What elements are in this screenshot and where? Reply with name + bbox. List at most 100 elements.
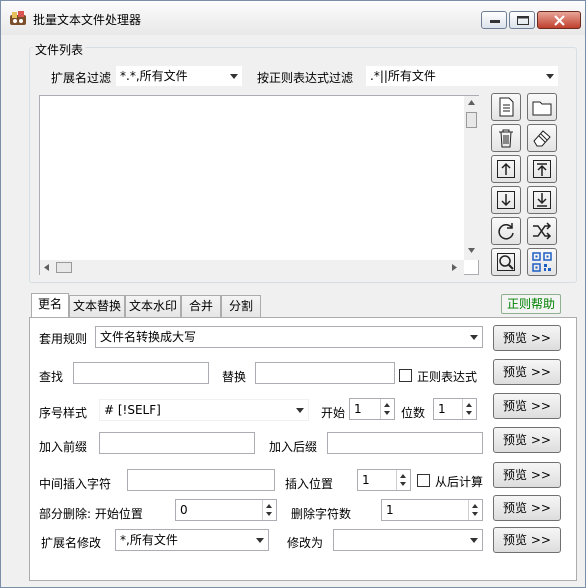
ext-filter-select[interactable]: *.*,所有文件 bbox=[115, 65, 243, 87]
shuffle-icon bbox=[533, 222, 552, 240]
ext-change-label: 扩展名修改 bbox=[41, 536, 102, 550]
preview-button-rule[interactable]: 预览 >> bbox=[493, 325, 561, 351]
shuffle-button[interactable] bbox=[527, 217, 557, 245]
arrow-down-icon bbox=[497, 191, 515, 209]
add-folder-button[interactable] bbox=[527, 93, 557, 121]
seq-style-value: # [!SELF] bbox=[104, 403, 161, 417]
from-end-checkbox[interactable] bbox=[417, 474, 430, 487]
refresh-button[interactable] bbox=[491, 217, 521, 245]
tab-text-watermark[interactable]: 文本水印 bbox=[125, 295, 181, 317]
prefix-input[interactable] bbox=[99, 432, 255, 454]
start-stepper[interactable]: 1 bbox=[349, 398, 395, 420]
ext-filter-label: 扩展名过滤 bbox=[51, 71, 112, 85]
chevron-down-icon bbox=[230, 74, 238, 79]
maximize-button[interactable] bbox=[509, 11, 535, 29]
rule-value: 文件名转换成大写 bbox=[100, 330, 197, 344]
scroll-left-icon[interactable] bbox=[44, 264, 49, 271]
minimize-icon bbox=[490, 20, 500, 23]
stepper-arrows[interactable] bbox=[468, 500, 482, 520]
tab-label: 分割 bbox=[228, 299, 253, 313]
move-bottom-button[interactable] bbox=[527, 186, 557, 214]
delete-count-stepper[interactable]: 1 bbox=[381, 499, 483, 521]
tab-text-replace[interactable]: 文本替换 bbox=[69, 295, 125, 317]
trash-icon bbox=[499, 129, 513, 148]
horizontal-scrollbar[interactable] bbox=[40, 260, 464, 275]
arrow-top-icon bbox=[533, 160, 551, 178]
scroll-down-icon[interactable] bbox=[468, 248, 475, 253]
ext-change-select[interactable]: *,所有文件 bbox=[115, 529, 269, 551]
clear-button[interactable] bbox=[527, 124, 557, 152]
start-value: 1 bbox=[354, 402, 362, 416]
change-to-select[interactable] bbox=[333, 529, 483, 551]
eraser-icon bbox=[533, 130, 551, 147]
file-list-box[interactable] bbox=[39, 95, 479, 275]
regex-checkbox[interactable] bbox=[399, 369, 412, 382]
delete-button[interactable] bbox=[491, 124, 521, 152]
move-down-button[interactable] bbox=[491, 186, 521, 214]
mid-insert-input[interactable] bbox=[127, 469, 275, 491]
arrow-bottom-icon bbox=[533, 191, 551, 209]
preview-file-button[interactable] bbox=[491, 248, 521, 276]
qr-code-icon bbox=[532, 252, 552, 272]
move-top-button[interactable] bbox=[527, 155, 557, 183]
seq-style-label: 序号样式 bbox=[39, 406, 88, 420]
rule-label: 套用规则 bbox=[39, 332, 88, 346]
preview-button-insert[interactable]: 预览 >> bbox=[493, 462, 561, 488]
partial-delete-label: 部分删除: 开始位置 bbox=[39, 507, 143, 521]
mid-insert-label: 中间插入字符 bbox=[39, 477, 112, 491]
chevron-down-icon bbox=[546, 74, 554, 79]
stepper-arrows[interactable] bbox=[462, 399, 476, 419]
scroll-up-icon[interactable] bbox=[468, 100, 475, 105]
suffix-input[interactable] bbox=[327, 432, 483, 454]
regex-filter-select[interactable]: .*||所有文件 bbox=[365, 65, 559, 87]
main-window: 批量文本文件处理器 文件列表 扩展名过滤 *.*,所有文件 按正则表达式过滤 .… bbox=[0, 0, 586, 588]
delete-count-label: 删除字符数 bbox=[291, 507, 352, 521]
preview-button-prefix[interactable]: 预览 >> bbox=[493, 427, 561, 453]
seq-style-select[interactable]: # [!SELF] bbox=[99, 399, 309, 421]
start-label: 开始 bbox=[321, 406, 346, 420]
regex-help-button[interactable]: 正则帮助 bbox=[501, 294, 561, 314]
replace-input[interactable] bbox=[255, 362, 395, 384]
rule-select[interactable]: 文件名转换成大写 bbox=[95, 326, 483, 348]
insert-pos-stepper[interactable]: 1 bbox=[357, 469, 411, 491]
arrow-up-icon bbox=[497, 160, 515, 178]
tab-label: 更名 bbox=[37, 297, 62, 311]
preview-button-find[interactable]: 预览 >> bbox=[493, 359, 561, 385]
qr-code-button[interactable] bbox=[527, 248, 557, 276]
tab-label: 合并 bbox=[188, 299, 213, 313]
regex-filter-label: 按正则表达式过滤 bbox=[257, 71, 354, 85]
minimize-button[interactable] bbox=[481, 11, 507, 29]
stepper-arrows[interactable] bbox=[262, 500, 276, 520]
chevron-down-icon bbox=[256, 538, 264, 543]
preview-button-seq[interactable]: 预览 >> bbox=[493, 393, 561, 419]
vertical-scroll-thumb[interactable] bbox=[466, 112, 477, 128]
tab-label: 文本替换 bbox=[72, 299, 121, 313]
stepper-arrows[interactable] bbox=[396, 470, 410, 490]
regex-checkbox-label: 正则表达式 bbox=[417, 370, 478, 384]
move-up-button[interactable] bbox=[491, 155, 521, 183]
scroll-right-icon[interactable] bbox=[452, 264, 457, 271]
preview-button-delete[interactable]: 预览 >> bbox=[493, 495, 561, 521]
vertical-scrollbar[interactable] bbox=[464, 96, 479, 260]
horizontal-scroll-thumb[interactable] bbox=[56, 262, 72, 273]
add-files-button[interactable] bbox=[491, 93, 521, 121]
partial-delete-stepper[interactable]: 0 bbox=[175, 499, 277, 521]
tab-label: 文本水印 bbox=[128, 299, 177, 313]
ext-change-value: *,所有文件 bbox=[120, 533, 178, 547]
digits-stepper[interactable]: 1 bbox=[433, 398, 477, 420]
change-to-label: 修改为 bbox=[287, 536, 324, 550]
refresh-icon bbox=[498, 223, 514, 240]
file-list-legend: 文件列表 bbox=[33, 41, 86, 58]
window-title: 批量文本文件处理器 bbox=[33, 13, 142, 27]
replace-label: 替换 bbox=[222, 370, 247, 384]
stepper-arrows[interactable] bbox=[380, 399, 394, 419]
digits-label: 位数 bbox=[401, 406, 426, 420]
tab-rename[interactable]: 更名 bbox=[31, 293, 69, 317]
preview-button-ext[interactable]: 预览 >> bbox=[493, 527, 561, 553]
tab-split[interactable]: 分割 bbox=[221, 295, 261, 317]
suffix-label: 加入后缀 bbox=[269, 440, 318, 454]
digits-value: 1 bbox=[438, 402, 446, 416]
tab-merge[interactable]: 合并 bbox=[181, 295, 221, 317]
find-input[interactable] bbox=[73, 362, 209, 384]
close-button[interactable] bbox=[537, 11, 581, 29]
